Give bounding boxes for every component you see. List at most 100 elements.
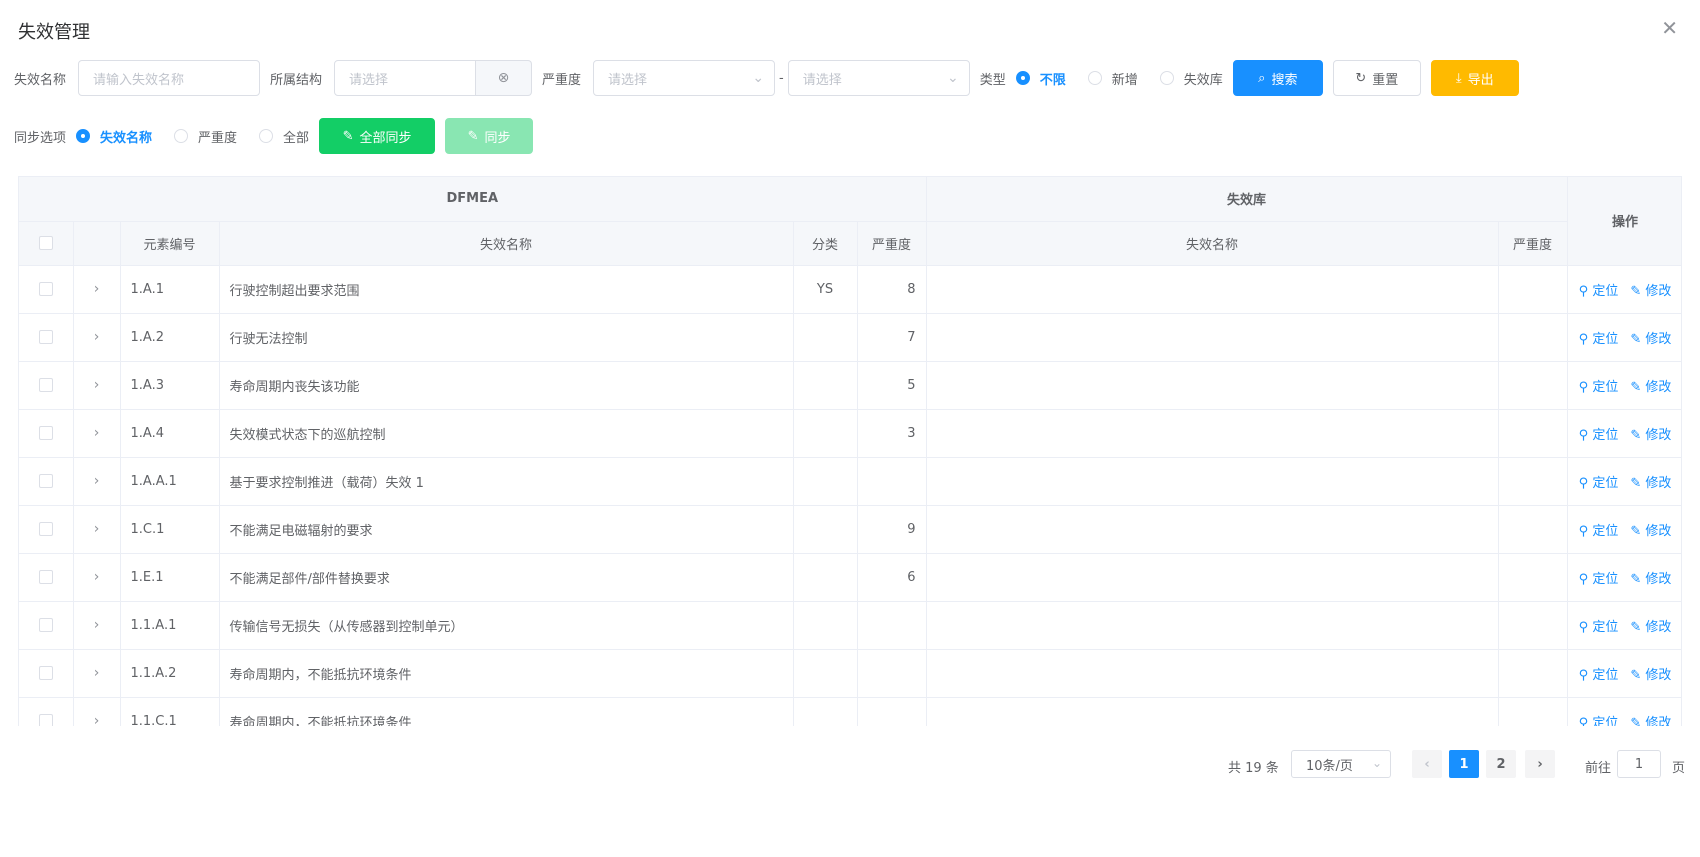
- row-checkbox[interactable]: [19, 313, 74, 362]
- row-expand[interactable]: ›: [73, 409, 121, 458]
- row-lib-name: [926, 553, 1499, 602]
- row-checkbox[interactable]: [19, 601, 74, 650]
- select-all-checkbox[interactable]: [19, 221, 74, 266]
- location-pin-icon: ⚲: [1578, 331, 1589, 347]
- group-header-library: 失效库: [926, 177, 1568, 222]
- failure-name-label: 失效名称: [14, 72, 67, 88]
- type-radio-unlimited[interactable]: 不限: [1015, 69, 1066, 88]
- row-lib-severity: [1498, 601, 1568, 650]
- next-page-button[interactable]: ›: [1525, 750, 1555, 778]
- type-radio-library[interactable]: 失效库: [1159, 69, 1223, 88]
- search-icon: ⌕: [1258, 70, 1266, 86]
- edit-link[interactable]: ✎ 修改: [1630, 380, 1671, 395]
- edit-link[interactable]: ✎ 修改: [1630, 668, 1671, 683]
- row-code: 1.E.1: [120, 553, 220, 602]
- row-expand[interactable]: ›: [73, 457, 121, 506]
- row-category: [793, 361, 858, 410]
- row-lib-name: [926, 361, 1499, 410]
- row-checkbox[interactable]: [19, 649, 74, 698]
- locate-link[interactable]: ⚲ 定位: [1579, 476, 1619, 491]
- row-expand[interactable]: ›: [73, 601, 121, 650]
- sync-radio-name[interactable]: 失效名称: [76, 127, 152, 146]
- row-checkbox[interactable]: [19, 697, 74, 726]
- row-lib-name: [926, 409, 1499, 458]
- goto-page-input[interactable]: 1: [1617, 750, 1661, 778]
- row-name: 基于要求控制推进（载荷）失效 1: [219, 457, 794, 506]
- clear-circle-icon[interactable]: ⊗: [476, 60, 533, 96]
- row-expand[interactable]: ›: [73, 505, 121, 554]
- location-pin-icon: ⚲: [1578, 619, 1589, 635]
- edit-link[interactable]: ✎ 修改: [1630, 428, 1671, 443]
- edit-link[interactable]: ✎ 修改: [1630, 332, 1671, 347]
- row-checkbox[interactable]: [19, 265, 74, 314]
- row-expand[interactable]: ›: [73, 313, 121, 362]
- pagination: 共 19 条 10条/页 ⌄ ‹ 1 2 › 前往 1 页: [0, 750, 1700, 780]
- edit-icon: ✎: [1630, 715, 1642, 727]
- row-code: 1.A.A.1: [120, 457, 220, 506]
- row-severity: 3: [857, 409, 927, 458]
- row-checkbox[interactable]: [19, 505, 74, 554]
- locate-link[interactable]: ⚲ 定位: [1579, 332, 1619, 347]
- row-expand[interactable]: ›: [73, 265, 121, 314]
- page-size-select[interactable]: 10条/页 ⌄: [1291, 750, 1391, 778]
- row-category: [793, 505, 858, 554]
- edit-link[interactable]: ✎ 修改: [1630, 524, 1671, 539]
- row-lib-severity: [1498, 697, 1568, 726]
- export-button[interactable]: ⤓ 导出: [1430, 60, 1519, 96]
- row-checkbox[interactable]: [19, 457, 74, 506]
- edit-link[interactable]: ✎ 修改: [1630, 476, 1671, 491]
- edit-link[interactable]: ✎ 修改: [1630, 716, 1671, 727]
- locate-link[interactable]: ⚲ 定位: [1579, 572, 1619, 587]
- locate-link[interactable]: ⚲ 定位: [1579, 716, 1619, 727]
- locate-link[interactable]: ⚲ 定位: [1579, 668, 1619, 683]
- locate-link[interactable]: ⚲ 定位: [1579, 284, 1619, 299]
- location-pin-icon: ⚲: [1578, 715, 1589, 727]
- row-name: 不能满足部件/部件替换要求: [219, 553, 794, 602]
- location-pin-icon: ⚲: [1578, 667, 1589, 683]
- locate-link[interactable]: ⚲ 定位: [1579, 380, 1619, 395]
- row-expand[interactable]: ›: [73, 697, 121, 726]
- page-2-button[interactable]: 2: [1486, 750, 1516, 778]
- col-header-expand: [73, 221, 121, 266]
- locate-link[interactable]: ⚲ 定位: [1579, 428, 1619, 443]
- row-name: 不能满足电磁辐射的要求: [219, 505, 794, 554]
- edit-link[interactable]: ✎ 修改: [1630, 620, 1671, 635]
- row-code: 1.1.A.2: [120, 649, 220, 698]
- structure-select[interactable]: 请选择: [334, 60, 477, 96]
- col-header-severity: 严重度: [857, 221, 927, 266]
- row-name: 行驶无法控制: [219, 313, 794, 362]
- row-checkbox[interactable]: [19, 361, 74, 410]
- row-ops: ⚲ 定位 ✎ 修改: [1567, 505, 1681, 554]
- sync-all-button[interactable]: ✎ 全部同步: [319, 118, 436, 154]
- row-name: 寿命周期内，不能抵抗环境条件: [219, 697, 794, 726]
- row-name: 寿命周期内，不能抵抗环境条件: [219, 649, 794, 698]
- row-checkbox[interactable]: [19, 409, 74, 458]
- edit-link[interactable]: ✎ 修改: [1630, 284, 1671, 299]
- row-expand[interactable]: ›: [73, 553, 121, 602]
- locate-link[interactable]: ⚲ 定位: [1579, 620, 1619, 635]
- row-expand[interactable]: ›: [73, 361, 121, 410]
- sync-radio-all[interactable]: 全部: [259, 127, 309, 146]
- sync-radio-severity[interactable]: 严重度: [174, 127, 237, 146]
- page-1-button[interactable]: 1: [1449, 750, 1479, 778]
- location-pin-icon: ⚲: [1578, 571, 1589, 587]
- sync-button[interactable]: ✎ 同步: [445, 118, 534, 154]
- search-button[interactable]: ⌕ 搜索: [1232, 60, 1323, 96]
- close-icon[interactable]: ✕: [1661, 16, 1678, 40]
- row-expand[interactable]: ›: [73, 649, 121, 698]
- failure-name-input[interactable]: 请输入失效名称: [78, 60, 261, 96]
- col-header-code: 元素编号: [120, 221, 220, 266]
- locate-link[interactable]: ⚲ 定位: [1579, 524, 1619, 539]
- edit-link[interactable]: ✎ 修改: [1630, 572, 1671, 587]
- row-code: 1.A.2: [120, 313, 220, 362]
- sync-options-label: 同步选项: [14, 130, 67, 146]
- reset-button[interactable]: ↻ 重置: [1332, 60, 1421, 96]
- row-lib-severity: [1498, 265, 1568, 314]
- severity-from-select[interactable]: 请选择 ⌄: [593, 60, 776, 96]
- row-checkbox[interactable]: [19, 553, 74, 602]
- severity-to-select[interactable]: 请选择 ⌄: [787, 60, 970, 96]
- prev-page-button[interactable]: ‹: [1412, 750, 1442, 778]
- type-radio-new[interactable]: 新增: [1087, 69, 1138, 88]
- chevron-down-icon: ⌄: [752, 70, 765, 86]
- col-header-lib-severity: 严重度: [1498, 221, 1568, 266]
